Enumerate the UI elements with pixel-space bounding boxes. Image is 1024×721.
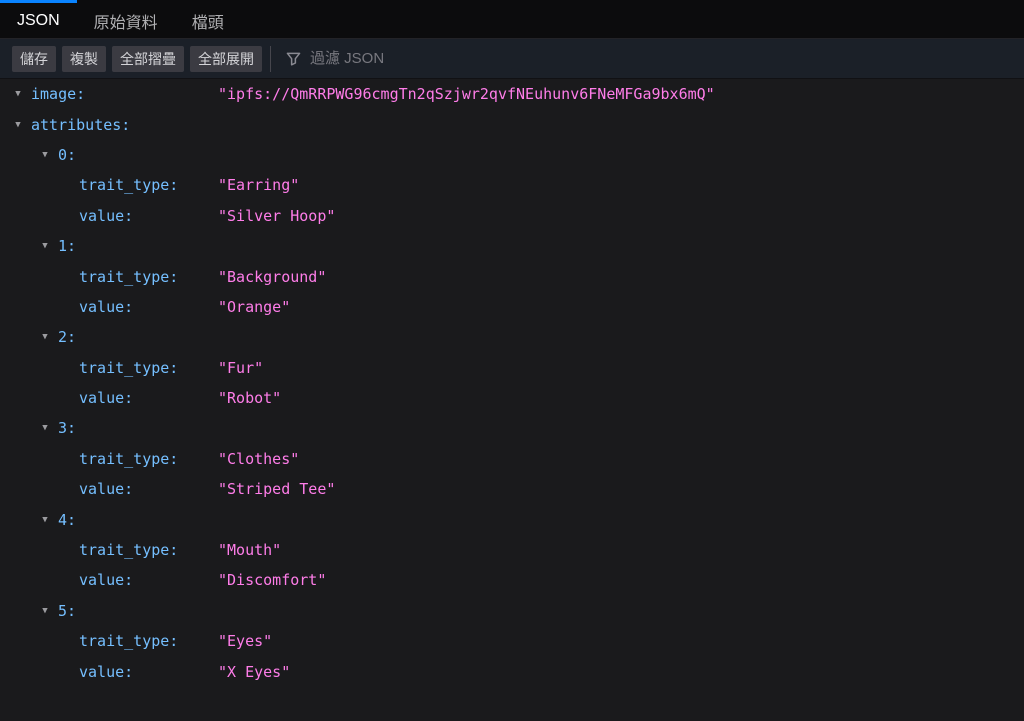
json-value: "Clothes" bbox=[218, 449, 300, 468]
tree-row-attributes[interactable]: ▼ attributes: bbox=[0, 109, 1024, 139]
tree-row-trait-type: trait_type: "Background" bbox=[0, 261, 1024, 291]
collapse-arrow-icon[interactable]: ▼ bbox=[38, 606, 52, 616]
json-key: value: bbox=[79, 571, 134, 590]
toolbar-divider bbox=[270, 45, 271, 72]
tab-raw-data[interactable]: 原始資料 bbox=[77, 0, 175, 38]
collapse-arrow-icon[interactable]: ▼ bbox=[38, 241, 52, 251]
filter-json-input[interactable] bbox=[310, 50, 1014, 67]
tree-row-trait-type: trait_type: "Fur" bbox=[0, 353, 1024, 383]
collapse-arrow-icon[interactable]: ▼ bbox=[38, 150, 52, 160]
tree-row-item-4[interactable]: ▼ 4: bbox=[0, 504, 1024, 534]
collapse-arrow-icon[interactable]: ▼ bbox=[11, 120, 25, 130]
tree-row-trait-type: trait_type: "Eyes" bbox=[0, 626, 1024, 656]
json-value: "Background" bbox=[218, 267, 327, 286]
json-key: 1: bbox=[58, 237, 77, 256]
json-tree: ▼ image: "ipfs://QmRRPWG96cmgTn2qSzjwr2q… bbox=[0, 79, 1024, 687]
json-key: value: bbox=[79, 297, 134, 316]
tree-row-value: value: "Orange" bbox=[0, 292, 1024, 322]
expand-all-button[interactable]: 全部展開 bbox=[190, 45, 262, 72]
tree-row-value: value: "Striped Tee" bbox=[0, 474, 1024, 504]
json-value: "Fur" bbox=[218, 358, 264, 377]
json-key: 2: bbox=[58, 328, 77, 347]
tree-row-item-5[interactable]: ▼ 5: bbox=[0, 596, 1024, 626]
tree-row-item-3[interactable]: ▼ 3: bbox=[0, 413, 1024, 443]
json-value: "Eyes" bbox=[218, 632, 273, 651]
json-key: trait_type: bbox=[79, 176, 179, 195]
collapse-arrow-icon[interactable]: ▼ bbox=[38, 332, 52, 342]
collapse-all-button[interactable]: 全部摺疊 bbox=[112, 45, 184, 72]
json-key: 0: bbox=[58, 145, 77, 164]
collapse-arrow-icon[interactable]: ▼ bbox=[11, 89, 25, 99]
json-value: "Striped Tee" bbox=[218, 480, 336, 499]
json-value: "Orange" bbox=[218, 297, 291, 316]
json-value: "Discomfort" bbox=[218, 571, 327, 590]
tree-row-value: value: "Discomfort" bbox=[0, 565, 1024, 595]
tree-row-value: value: "Robot" bbox=[0, 383, 1024, 413]
json-toolbar: 儲存 複製 全部摺疊 全部展開 bbox=[0, 39, 1024, 79]
tree-row-trait-type: trait_type: "Mouth" bbox=[0, 535, 1024, 565]
json-value: "Mouth" bbox=[218, 541, 282, 560]
tree-row-value: value: "Silver Hoop" bbox=[0, 201, 1024, 231]
json-key: trait_type: bbox=[79, 358, 179, 377]
json-key: trait_type: bbox=[79, 541, 179, 560]
json-key: attributes: bbox=[31, 115, 131, 134]
json-value: "Robot" bbox=[218, 389, 282, 408]
json-key: trait_type: bbox=[79, 632, 179, 651]
tree-row-item-0[interactable]: ▼ 0: bbox=[0, 140, 1024, 170]
json-value: "ipfs://QmRRPWG96cmgTn2qSzjwr2qvfNEuhunv… bbox=[218, 85, 715, 104]
json-value: "Earring" bbox=[218, 176, 300, 195]
viewer-tab-bar: JSON 原始資料 檔頭 bbox=[0, 0, 1024, 39]
filter-container bbox=[282, 39, 1014, 78]
json-key: value: bbox=[79, 480, 134, 499]
json-key: value: bbox=[79, 389, 134, 408]
tree-row-item-2[interactable]: ▼ 2: bbox=[0, 322, 1024, 352]
json-value: "X Eyes" bbox=[218, 662, 291, 681]
tree-row-trait-type: trait_type: "Earring" bbox=[0, 170, 1024, 200]
json-key: value: bbox=[79, 206, 134, 225]
copy-button[interactable]: 複製 bbox=[62, 45, 106, 72]
json-key: value: bbox=[79, 662, 134, 681]
tab-json[interactable]: JSON bbox=[0, 0, 77, 38]
json-key: 4: bbox=[58, 510, 77, 529]
json-key: 5: bbox=[58, 601, 77, 620]
tree-row-trait-type: trait_type: "Clothes" bbox=[0, 444, 1024, 474]
json-value: "Silver Hoop" bbox=[218, 206, 336, 225]
json-key: 3: bbox=[58, 419, 77, 438]
collapse-arrow-icon[interactable]: ▼ bbox=[38, 515, 52, 525]
save-button[interactable]: 儲存 bbox=[12, 45, 56, 72]
tree-row-image[interactable]: ▼ image: "ipfs://QmRRPWG96cmgTn2qSzjwr2q… bbox=[0, 79, 1024, 109]
tree-row-item-1[interactable]: ▼ 1: bbox=[0, 231, 1024, 261]
tree-row-value: value: "X Eyes" bbox=[0, 656, 1024, 686]
json-key: trait_type: bbox=[79, 267, 179, 286]
json-key: trait_type: bbox=[79, 449, 179, 468]
tab-headers[interactable]: 檔頭 bbox=[175, 0, 241, 38]
collapse-arrow-icon[interactable]: ▼ bbox=[38, 423, 52, 433]
json-key: image: bbox=[31, 85, 86, 104]
funnel-filter-icon bbox=[286, 52, 301, 66]
